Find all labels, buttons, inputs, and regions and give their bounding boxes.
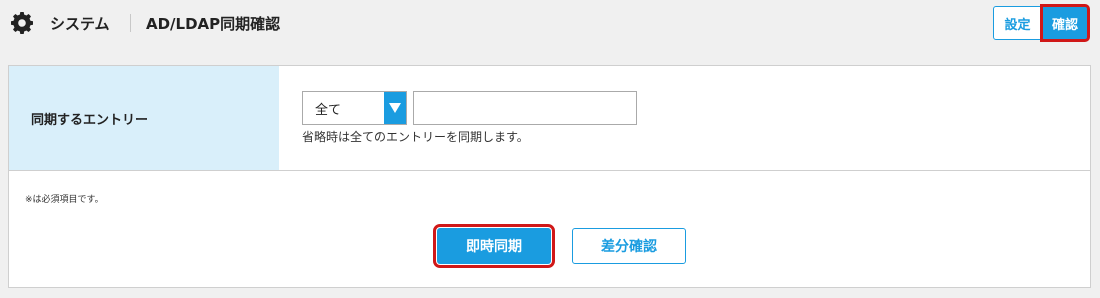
sync-now-button[interactable]: 即時同期 — [433, 224, 555, 268]
diff-check-button[interactable]: 差分確認 — [572, 228, 686, 264]
breadcrumb-divider — [130, 14, 131, 32]
tab-settings[interactable]: 設定 — [993, 6, 1042, 40]
required-note: ※は必須項目です。 — [25, 195, 104, 205]
mode-tabs: 設定 確認 — [993, 4, 1090, 42]
tab-confirm[interactable]: 確認 — [1040, 4, 1090, 42]
chevron-down-icon[interactable] — [384, 92, 406, 124]
input-hint: 省略時は全てのエントリーを同期します。 — [302, 130, 529, 144]
form-row-sync-entry: 同期するエントリー 全て 省略時は全てのエントリーを同期します。 — [9, 66, 1090, 171]
page-title: AD/LDAP同期確認 — [146, 15, 281, 33]
entry-input[interactable] — [413, 91, 637, 125]
select-value: 全て — [315, 103, 342, 118]
entry-type-select[interactable]: 全て — [302, 91, 407, 125]
header-bar: システム AD/LDAP同期確認 設定 確認 — [0, 0, 1100, 48]
gear-icon — [10, 11, 34, 35]
form-panel: 同期するエントリー 全て 省略時は全てのエントリーを同期します。 ※は必須項目で… — [8, 65, 1091, 288]
breadcrumb-root[interactable]: システム — [50, 13, 110, 34]
row-label: 同期するエントリー — [9, 66, 279, 170]
